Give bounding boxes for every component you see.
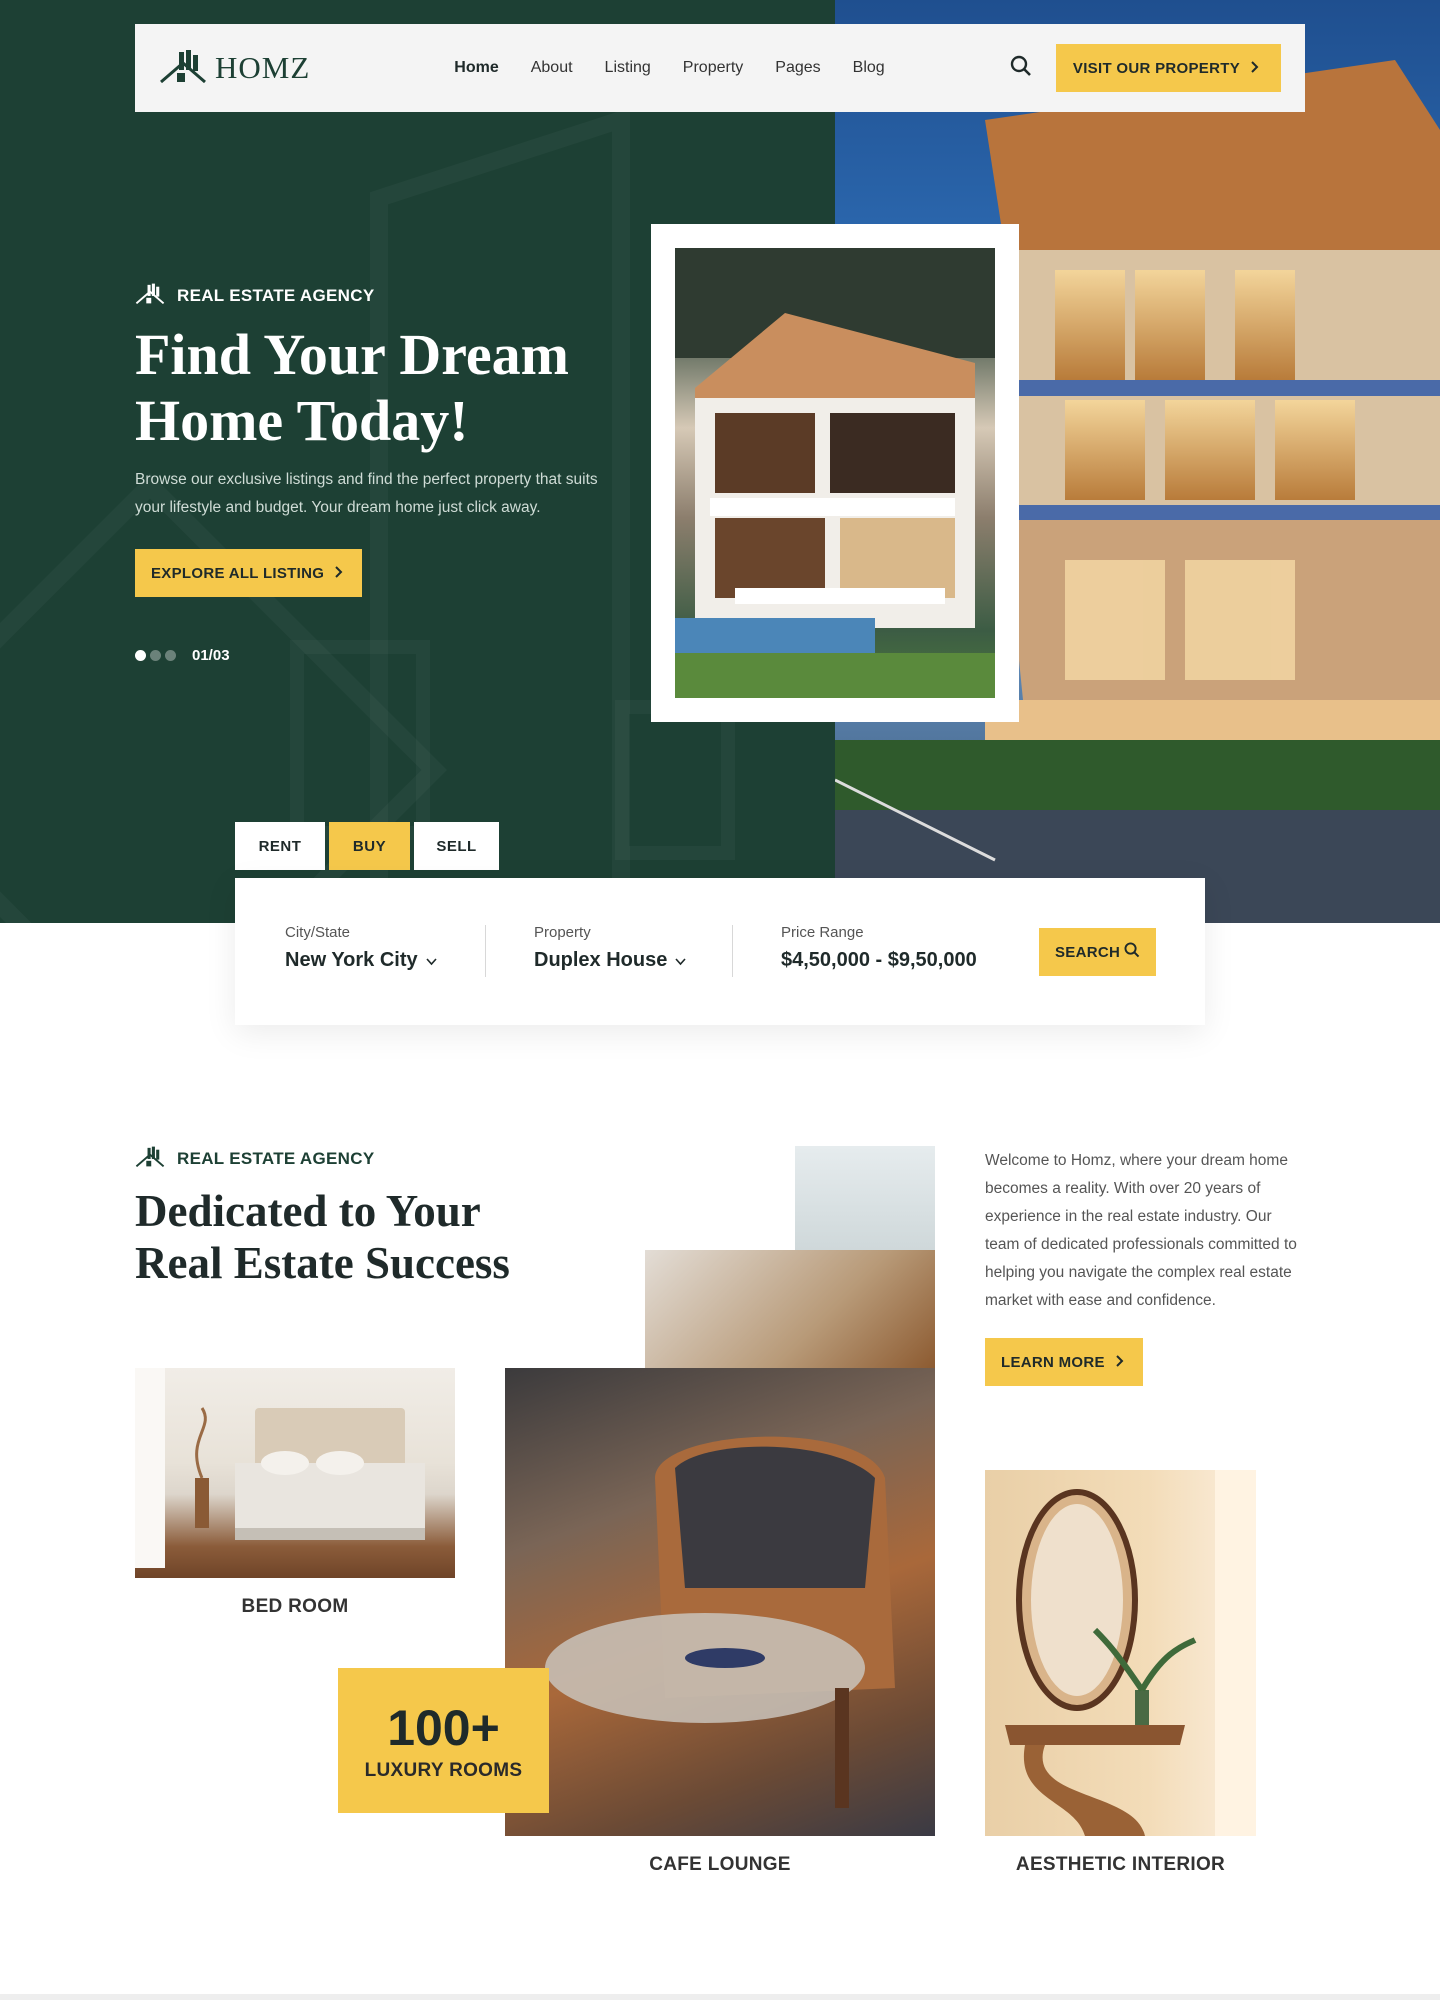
city-select[interactable]: New York City bbox=[285, 949, 437, 972]
visit-property-label: VISIT OUR PROPERTY bbox=[1072, 59, 1240, 77]
luxury-rooms-stat: 100+ LUXURY ROOMS bbox=[338, 1668, 549, 1813]
about-eyebrow: REAL ESTATE AGENCY bbox=[135, 1146, 374, 1172]
brand-name: HOMZ bbox=[215, 50, 311, 85]
about-eyebrow-text: REAL ESTATE AGENCY bbox=[177, 1149, 375, 1168]
price-field[interactable]: Price Range $4,50,000 - $9,50,000 bbox=[781, 924, 977, 972]
learn-more-button[interactable]: LEARN MORE bbox=[985, 1338, 1143, 1386]
search-icon[interactable] bbox=[1010, 55, 1032, 82]
tab-buy[interactable]: BUY bbox=[329, 822, 410, 870]
slide-counter: 01/03 bbox=[192, 647, 230, 664]
listing-type-tabs: RENT BUY SELL bbox=[235, 822, 499, 870]
main-navbar: HOMZ Home About Listing Property Pages B… bbox=[135, 24, 1305, 112]
city-field[interactable]: City/State New York City bbox=[285, 924, 437, 972]
house-logo-icon bbox=[135, 1146, 165, 1172]
nav-link-pages[interactable]: Pages bbox=[775, 59, 820, 77]
price-value[interactable]: $4,50,000 - $9,50,000 bbox=[781, 949, 977, 972]
cafe-image-mid bbox=[645, 1250, 935, 1370]
cafe-image-main bbox=[505, 1368, 935, 1836]
property-field[interactable]: Property Duplex House bbox=[534, 924, 686, 972]
chevron-down-icon bbox=[675, 949, 686, 972]
hero-description: Browse our exclusive listings and find t… bbox=[135, 471, 598, 516]
search-button-label: SEARCH bbox=[1055, 943, 1121, 961]
chevron-right-icon bbox=[1250, 60, 1259, 77]
property-label: Property bbox=[534, 924, 591, 941]
stat-label: LUXURY ROOMS bbox=[364, 1759, 523, 1781]
explore-listing-label: EXPLORE ALL LISTING bbox=[151, 564, 325, 582]
search-button[interactable]: SEARCH bbox=[1039, 928, 1157, 976]
about-description: Welcome to Homz, where your dream home b… bbox=[985, 1152, 1297, 1309]
slider-dot[interactable] bbox=[135, 650, 146, 661]
cafe-caption: CAFE LOUNGE bbox=[649, 1854, 791, 1875]
tab-sell[interactable]: SELL bbox=[414, 822, 499, 870]
stat-value: 100+ bbox=[387, 1699, 500, 1756]
featured-house-frame bbox=[651, 224, 1019, 722]
learn-more-label: LEARN MORE bbox=[1001, 1353, 1105, 1371]
field-divider bbox=[485, 925, 486, 977]
brand-logo[interactable]: HOMZ bbox=[159, 49, 310, 88]
featured-house-image bbox=[675, 248, 995, 698]
chevron-down-icon bbox=[426, 949, 437, 972]
tab-rent[interactable]: RENT bbox=[235, 822, 325, 870]
section-separator bbox=[0, 1994, 1440, 2000]
chevron-right-icon bbox=[1115, 1354, 1124, 1371]
visit-property-button[interactable]: VISIT OUR PROPERTY bbox=[1055, 44, 1281, 92]
nav-menu: Home About Listing Property Pages Blog bbox=[454, 59, 884, 77]
search-icon bbox=[1124, 942, 1140, 962]
city-label: City/State bbox=[285, 924, 351, 941]
hero-section: HOMZ Home About Listing Property Pages B… bbox=[0, 0, 1440, 923]
house-logo-icon bbox=[135, 283, 165, 309]
property-search-form: City/State New York City Property Duplex… bbox=[235, 878, 1205, 1025]
interior-caption: AESTHETIC INTERIOR bbox=[1015, 1854, 1226, 1875]
bedroom-caption: BED ROOM bbox=[241, 1596, 349, 1617]
property-value: Duplex House bbox=[534, 949, 668, 971]
explore-listing-button[interactable]: EXPLORE ALL LISTING bbox=[135, 549, 363, 597]
hero-eyebrow: REAL ESTATE AGENCY bbox=[135, 283, 374, 309]
hero-title: Find Your Dream Home Today! bbox=[135, 322, 569, 453]
city-value: New York City bbox=[285, 949, 418, 971]
decorative-window bbox=[290, 640, 430, 840]
price-label: Price Range bbox=[781, 924, 864, 941]
cafe-lounge-image bbox=[505, 1146, 935, 1836]
nav-link-home[interactable]: Home bbox=[454, 59, 498, 77]
cafe-image-top bbox=[795, 1146, 935, 1250]
nav-link-listing[interactable]: Listing bbox=[605, 59, 651, 77]
chevron-right-icon bbox=[334, 565, 343, 582]
slider-dot[interactable] bbox=[165, 650, 176, 661]
nav-link-blog[interactable]: Blog bbox=[853, 59, 885, 77]
about-title: Dedicated to Your Real Estate Success bbox=[135, 1186, 510, 1288]
field-divider bbox=[732, 925, 733, 977]
slider-dot[interactable] bbox=[150, 650, 161, 661]
slider-pagination: 01/03 bbox=[135, 647, 230, 664]
bedroom-image bbox=[135, 1368, 455, 1578]
nav-link-about[interactable]: About bbox=[531, 59, 573, 77]
hero-eyebrow-text: REAL ESTATE AGENCY bbox=[177, 286, 375, 305]
house-logo-icon bbox=[159, 49, 207, 88]
nav-link-property[interactable]: Property bbox=[683, 59, 743, 77]
property-select[interactable]: Duplex House bbox=[534, 949, 686, 972]
decorative-window bbox=[615, 700, 735, 860]
interior-image bbox=[985, 1470, 1256, 1836]
